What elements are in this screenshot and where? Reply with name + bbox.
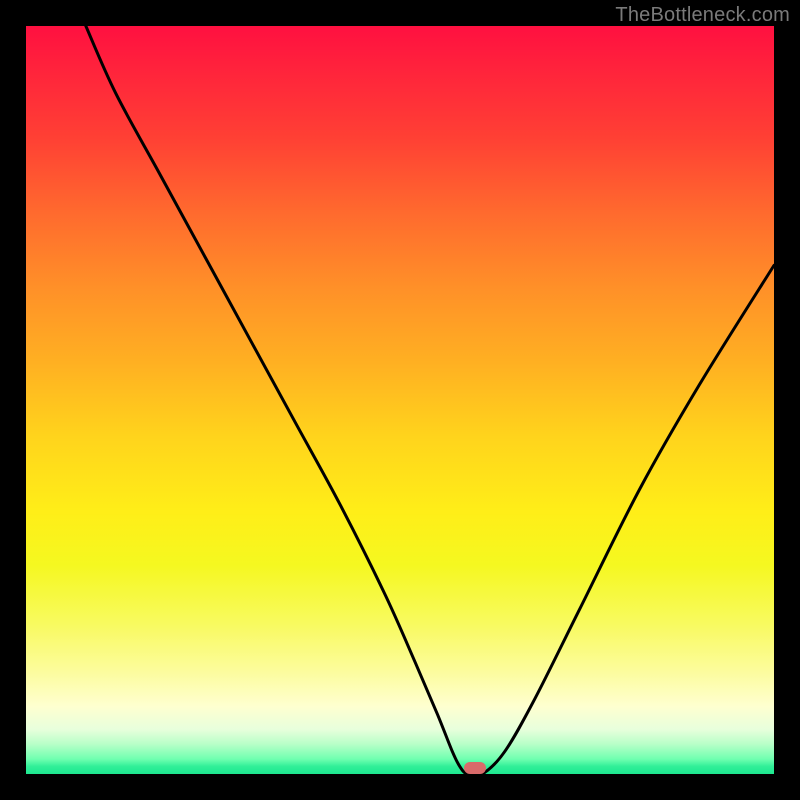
plot-area bbox=[26, 26, 774, 774]
chart-frame: TheBottleneck.com bbox=[0, 0, 800, 800]
optimal-point-marker bbox=[464, 762, 486, 774]
watermark-text: TheBottleneck.com bbox=[615, 4, 790, 27]
bottleneck-curve bbox=[26, 26, 774, 774]
